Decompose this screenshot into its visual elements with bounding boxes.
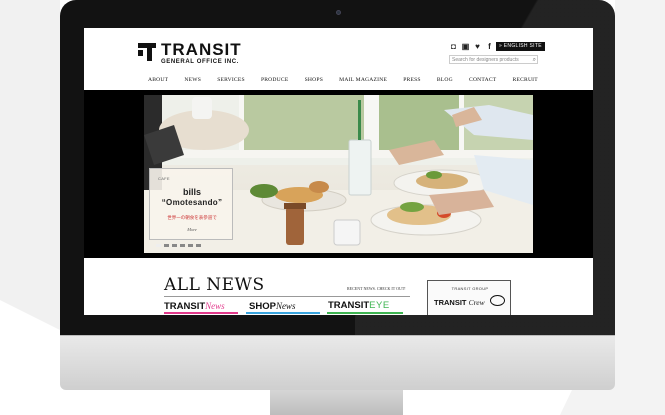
recent-news-label: RECENT NEWS. CHECK IT OUT! (347, 286, 406, 291)
nav-item-blog[interactable]: BLOG (437, 77, 453, 83)
slider-dot[interactable] (172, 244, 177, 247)
section-divider (164, 296, 410, 297)
search-placeholder: Search for designers products (452, 57, 519, 63)
slider-dot[interactable] (164, 244, 169, 247)
mockup-scene: TRANSIT GENERAL OFFICE INC. ◘ ▣ ♥ f » EN… (0, 0, 665, 415)
hero-slider: CAFE bills “Omotesando” 世界一の朝食を表参道で More (84, 90, 593, 258)
brand-main: SHOP (249, 301, 276, 312)
instagram-icon[interactable]: ◘ (449, 42, 458, 51)
nav-item-about[interactable]: ABOUT (148, 77, 168, 83)
transit-eye-link[interactable]: TRANSITEYE (328, 301, 390, 311)
vimeo-icon[interactable]: ▣ (461, 42, 470, 51)
monitor-chin (60, 335, 615, 390)
site-logo[interactable]: TRANSIT GENERAL OFFICE INC. (138, 41, 242, 66)
all-news-heading: ALL NEWS (164, 275, 265, 295)
featured-card[interactable]: CAFE bills “Omotesando” 世界一の朝食を表参道で More (149, 168, 233, 240)
transit-news-link[interactable]: TRANSITNews (164, 301, 225, 312)
transit-crew-banner[interactable]: TRANSIT GROUP TRANSIT Crew (427, 280, 511, 315)
logo-subtitle: GENERAL OFFICE INC. (161, 59, 239, 65)
facebook-icon[interactable]: f (485, 42, 494, 51)
brand-main: TRANSIT (164, 301, 206, 312)
brand-underline (246, 312, 320, 314)
crew-script: Crew (468, 298, 485, 307)
nav-item-services[interactable]: SERVICES (217, 77, 245, 83)
slider-dot[interactable] (180, 244, 185, 247)
crew-group-label: TRANSIT GROUP (451, 286, 489, 291)
brand-main: TRANSIT (328, 300, 370, 311)
search-icon[interactable]: ⌕ (533, 56, 536, 64)
transit-logo-icon (138, 43, 156, 61)
brand-script: News (205, 301, 225, 311)
card-more-link[interactable]: More (150, 227, 234, 232)
nav-item-contact[interactable]: CONTACT (469, 77, 496, 83)
camera-icon (336, 10, 341, 15)
crew-emblem-icon (490, 295, 505, 306)
crew-main: TRANSIT (434, 298, 467, 307)
card-title: bills (182, 187, 201, 197)
slider-dots (156, 244, 201, 247)
nav-item-mail-magazine[interactable]: MAIL MAGAZINE (339, 77, 387, 83)
card-tagline: 世界一の朝食を表参道で (167, 215, 217, 220)
slider-dot[interactable] (188, 244, 193, 247)
website-screen: TRANSIT GENERAL OFFICE INC. ◘ ▣ ♥ f » EN… (84, 28, 593, 315)
logo-name: TRANSIT (161, 40, 242, 59)
brand-underline (327, 312, 403, 314)
search-input[interactable]: Search for designers products ⌕ (449, 55, 538, 64)
brand-script: EYE (369, 300, 390, 311)
monitor-stand (270, 390, 403, 415)
brand-script: News (275, 301, 296, 311)
slider-dot[interactable] (196, 244, 201, 247)
card-kicker: CAFE (158, 176, 170, 181)
english-site-button[interactable]: » ENGLISH SITE (496, 42, 545, 51)
nav-item-press[interactable]: PRESS (403, 77, 420, 83)
social-links: ◘ ▣ ♥ f (449, 42, 494, 51)
english-site-label: ENGLISH SITE (503, 43, 542, 49)
nav-item-produce[interactable]: PRODUCE (261, 77, 289, 83)
nav-item-news[interactable]: NEWS (184, 77, 201, 83)
nav-item-recruit[interactable]: RECRUIT (513, 77, 538, 83)
nav-item-shops[interactable]: SHOPS (305, 77, 323, 83)
slider-dot[interactable] (156, 244, 161, 247)
card-subtitle: “Omotesando” (161, 198, 223, 207)
twitter-icon[interactable]: ♥ (473, 42, 482, 51)
brand-underline (164, 312, 238, 314)
main-nav: ABOUT NEWS SERVICES PRODUCE SHOPS MAIL M… (148, 77, 538, 83)
shop-news-link[interactable]: SHOPNews (249, 301, 295, 312)
